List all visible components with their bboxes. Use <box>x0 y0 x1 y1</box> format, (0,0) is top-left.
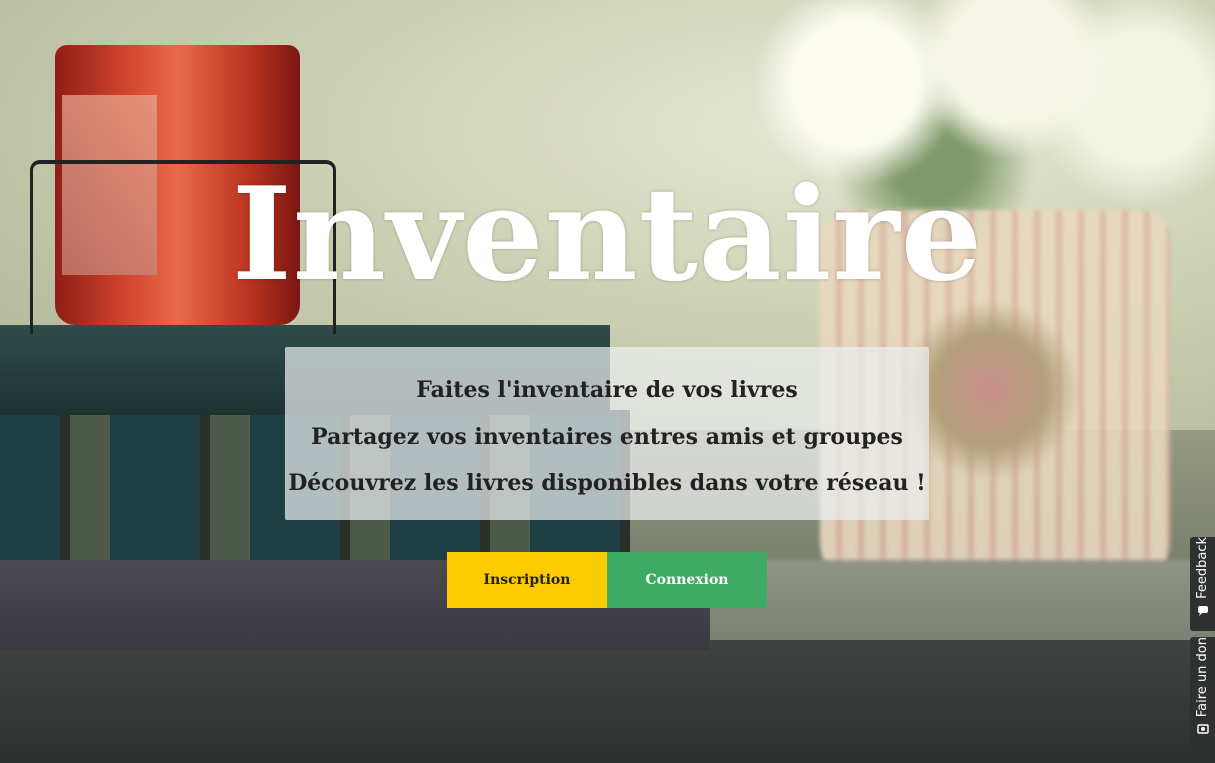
auth-buttons: Inscription Connexion <box>447 552 767 608</box>
tagline-share: Partagez vos inventaires entres amis et … <box>311 423 903 450</box>
tagline-discover: Découvrez les livres disponibles dans vo… <box>288 470 926 496</box>
feedback-label: Feedback <box>1195 537 1210 599</box>
login-button[interactable]: Connexion <box>607 552 767 608</box>
donate-label: Faire un don <box>1195 637 1210 718</box>
signup-button[interactable]: Inscription <box>447 552 607 608</box>
chat-bubble-icon <box>1197 605 1209 617</box>
money-icon <box>1196 723 1209 735</box>
tagline-inventory: Faites l'inventaire de vos livres <box>416 377 798 403</box>
donate-tab[interactable]: Faire un don <box>1190 637 1215 753</box>
site-title: Inventaire <box>231 160 984 310</box>
feedback-tab[interactable]: Feedback <box>1190 537 1215 631</box>
background-table <box>0 640 1215 763</box>
tagline-box: Faites l'inventaire de vos livres Partag… <box>285 347 929 520</box>
